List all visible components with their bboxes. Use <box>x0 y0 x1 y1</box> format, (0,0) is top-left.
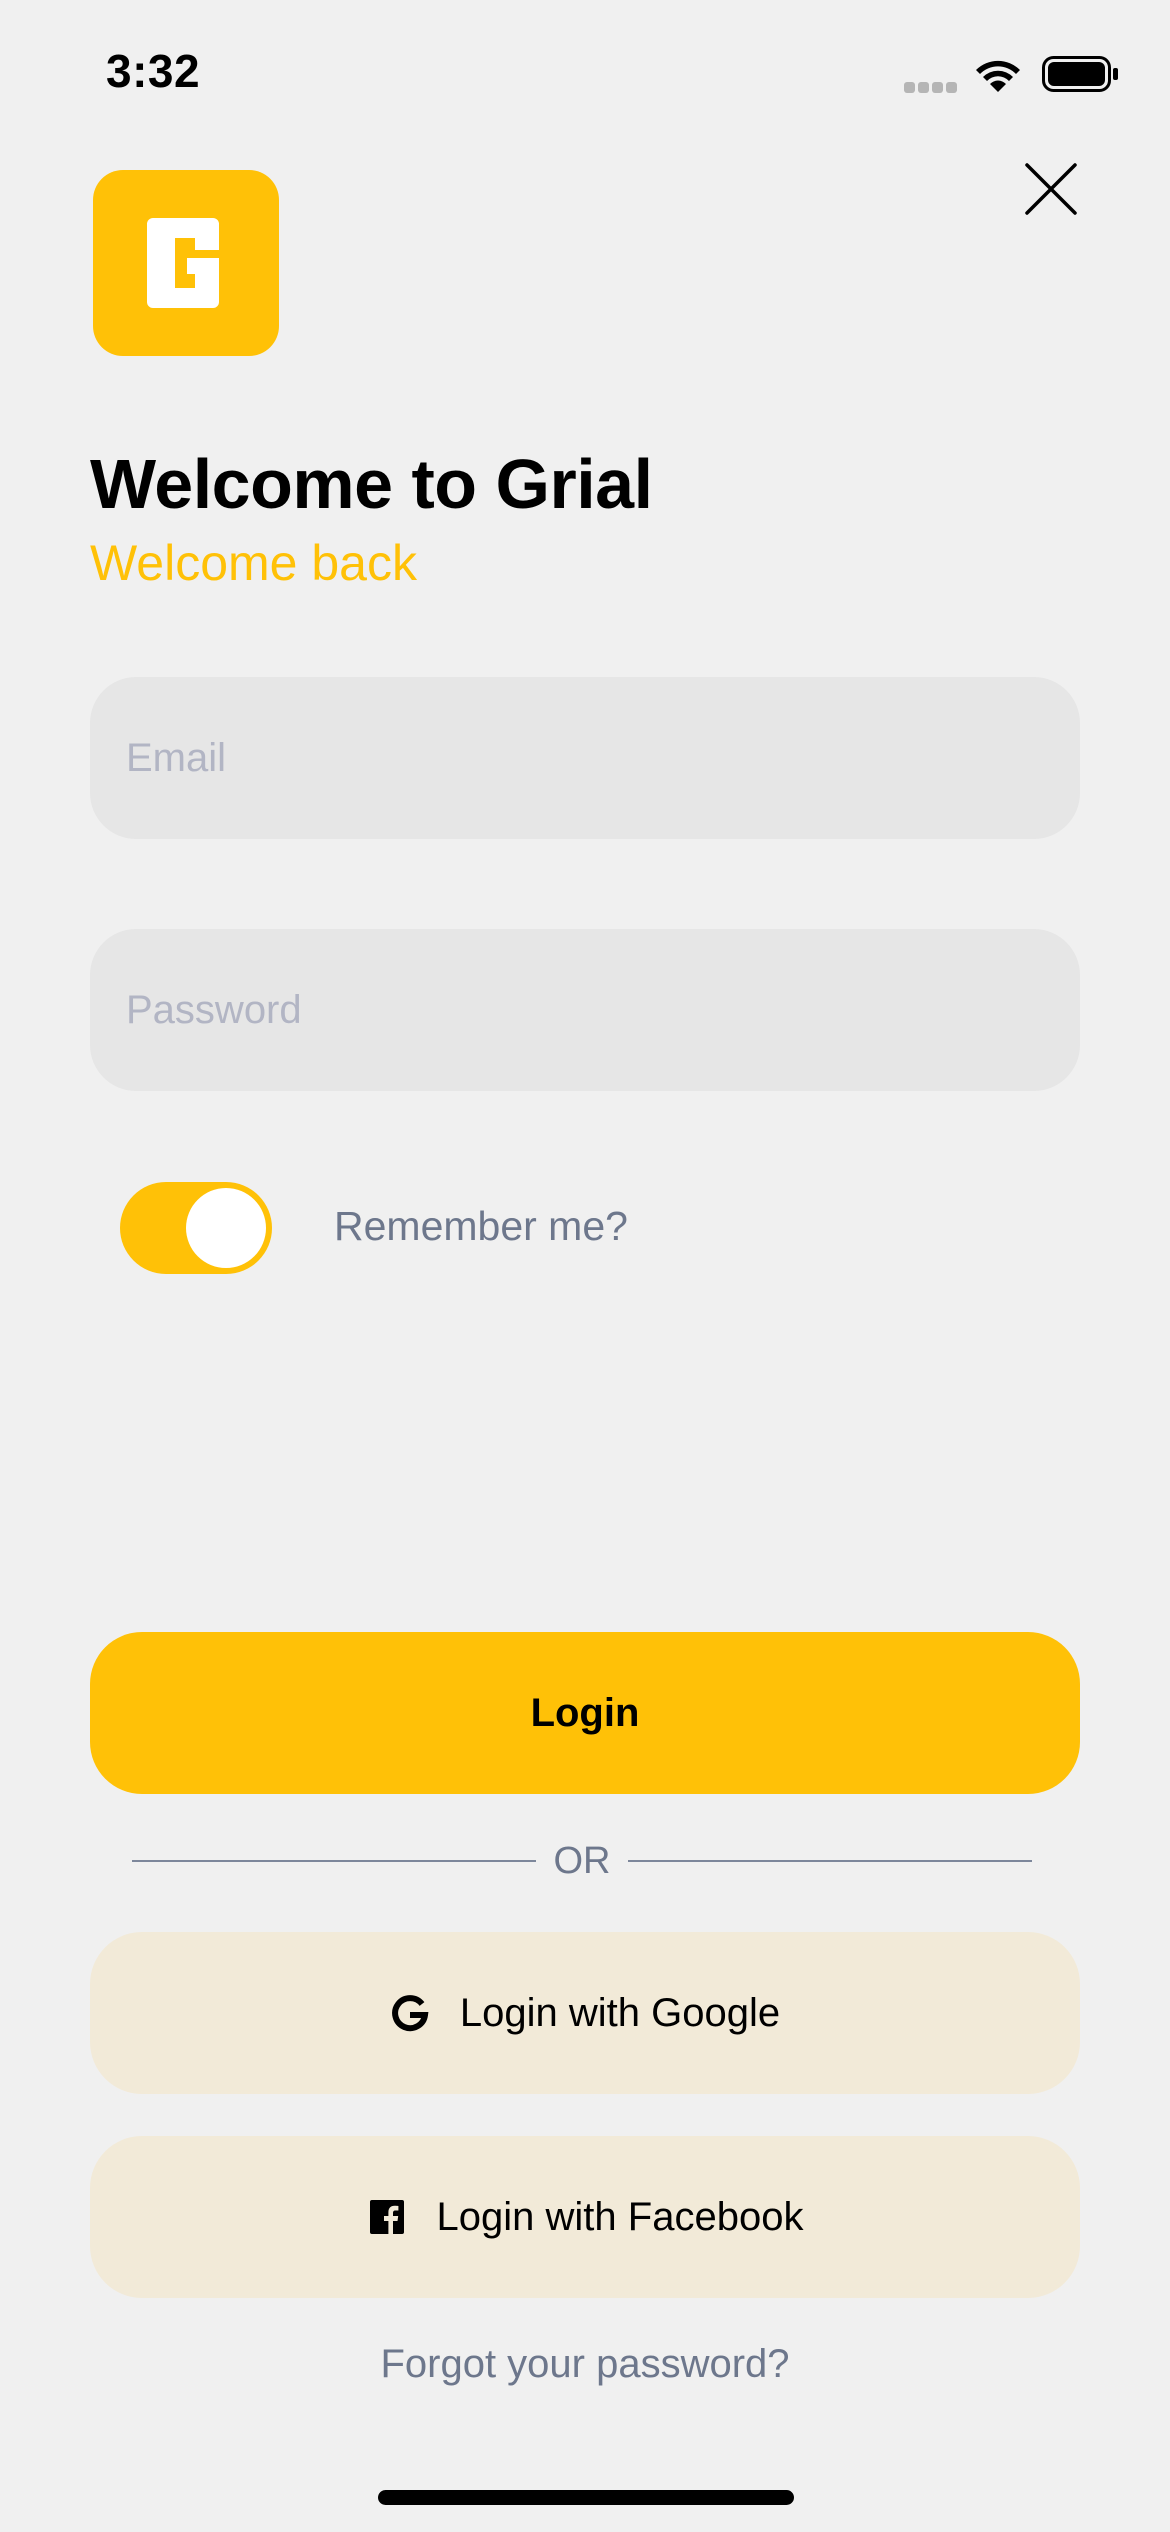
status-icons <box>904 52 1118 98</box>
email-field[interactable] <box>90 677 1080 839</box>
app-logo <box>93 170 279 356</box>
close-icon <box>1025 163 1077 215</box>
login-button-label: Login <box>530 1690 640 1735</box>
remember-me-label: Remember me? <box>334 1203 628 1249</box>
grial-logo-icon <box>147 218 219 308</box>
toggle-knob <box>186 1188 266 1268</box>
forgot-password-link[interactable]: Forgot your password? <box>0 2342 1170 2387</box>
page-title: Welcome to Grial <box>90 445 653 523</box>
facebook-icon <box>367 2197 407 2237</box>
status-time: 3:32 <box>106 45 201 97</box>
wifi-icon <box>976 60 1020 92</box>
page-subtitle: Welcome back <box>90 535 417 591</box>
login-with-google-button[interactable]: Login with Google <box>90 1932 1080 2094</box>
remember-me-toggle[interactable] <box>120 1182 272 1274</box>
google-button-label: Login with Google <box>459 1990 781 2035</box>
home-indicator <box>378 2490 794 2505</box>
facebook-button-label: Login with Facebook <box>436 2194 804 2239</box>
cellular-signal-icon <box>904 82 957 93</box>
divider-left <box>132 1860 536 1862</box>
login-button[interactable]: Login <box>90 1632 1080 1794</box>
divider-right <box>628 1860 1032 1862</box>
password-field[interactable] <box>90 929 1080 1091</box>
or-divider-label: OR <box>553 1840 611 1882</box>
close-button[interactable] <box>1010 148 1092 230</box>
battery-icon <box>1042 56 1118 92</box>
login-with-facebook-button[interactable]: Login with Facebook <box>90 2136 1080 2298</box>
google-icon <box>390 1993 430 2033</box>
